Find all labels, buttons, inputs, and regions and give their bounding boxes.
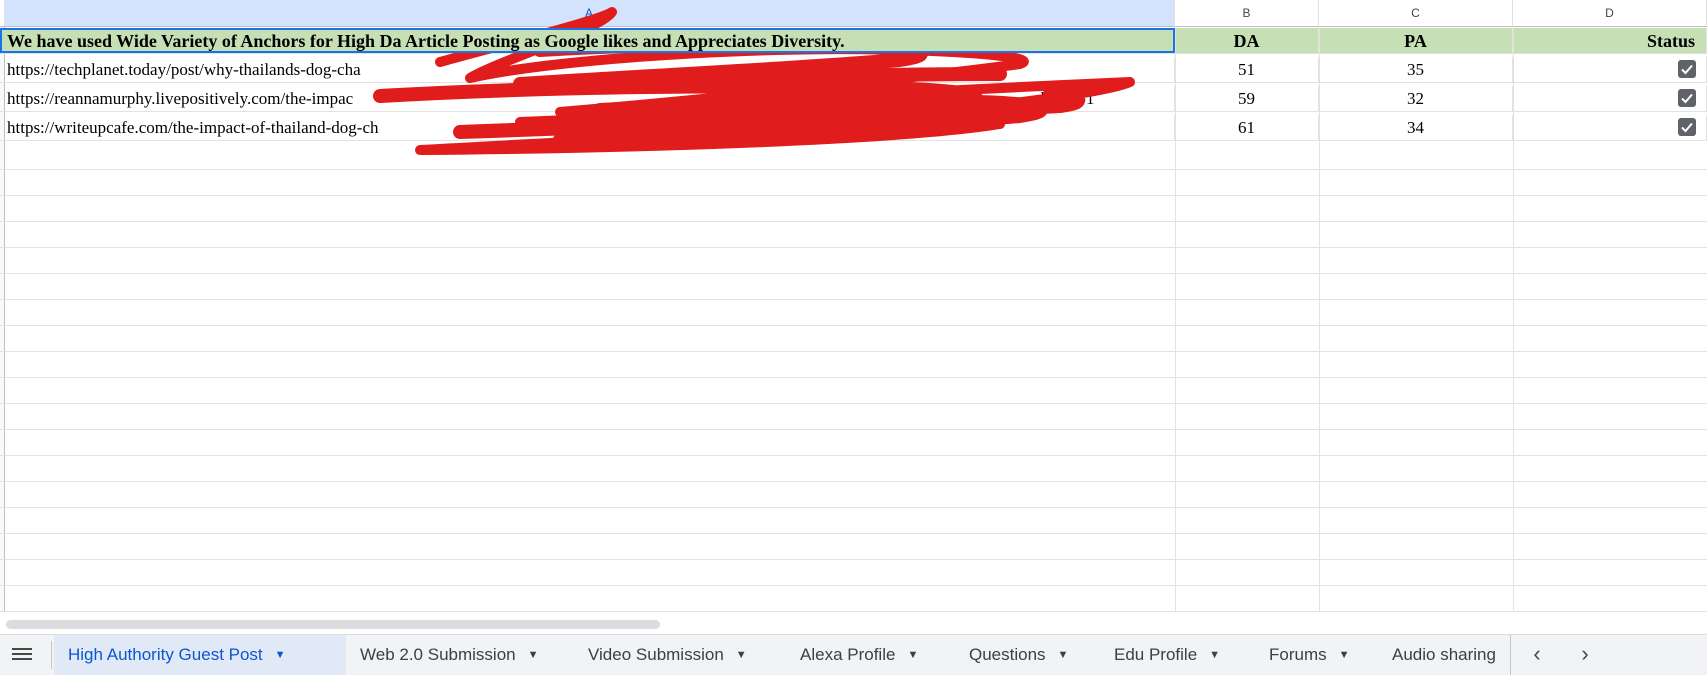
empty-row[interactable] xyxy=(0,404,1707,430)
table-row: https://techplanet.today/post/why-thaila… xyxy=(0,57,1707,83)
tab-forums[interactable]: Forums ▼ xyxy=(1255,635,1375,675)
dropdown-caret-icon[interactable]: ▼ xyxy=(1058,635,1069,675)
checkbox-checked-icon[interactable] xyxy=(1678,60,1696,78)
tab-alexa-profile[interactable]: Alexa Profile ▼ xyxy=(786,635,956,675)
cell-status[interactable] xyxy=(1513,86,1707,111)
tab-video-submission[interactable]: Video Submission ▼ xyxy=(574,635,784,675)
tab-label: Alexa Profile xyxy=(800,645,896,664)
tab-divider xyxy=(1510,635,1511,675)
dropdown-caret-icon[interactable]: ▼ xyxy=(528,635,539,675)
cell-url[interactable]: https://techplanet.today/post/why-thaila… xyxy=(0,57,1175,82)
cell-status[interactable] xyxy=(1513,115,1707,140)
empty-row[interactable] xyxy=(0,378,1707,404)
empty-row[interactable] xyxy=(0,482,1707,508)
dropdown-caret-icon[interactable]: ▼ xyxy=(1339,635,1350,675)
tab-label: Video Submission xyxy=(588,645,724,664)
cell-b1[interactable]: DA xyxy=(1175,28,1319,53)
cell-pa[interactable]: 34 xyxy=(1319,115,1513,140)
cell-pa[interactable]: 35 xyxy=(1319,57,1513,82)
empty-row[interactable] xyxy=(0,274,1707,300)
tab-label: Edu Profile xyxy=(1114,645,1198,664)
cell-d1[interactable]: Status xyxy=(1513,28,1707,53)
cell-a1[interactable]: We have used Wide Variety of Anchors for… xyxy=(0,28,1175,53)
empty-row[interactable] xyxy=(0,508,1707,534)
tab-questions[interactable]: Questions ▼ xyxy=(955,635,1091,675)
table-row: https://reannamurphy.livepositively.com/… xyxy=(0,86,1707,112)
table-row: https://writeupcafe.com/the-impact-of-th… xyxy=(0,115,1707,141)
spreadsheet-grid[interactable]: A B C D We have used Wide Variety of Anc… xyxy=(0,0,1707,612)
horizontal-scrollbar-thumb[interactable] xyxy=(6,620,660,629)
sheet-tab-bar: High Authority Guest Post ▼ Web 2.0 Submi… xyxy=(0,634,1707,675)
column-header-a[interactable]: A xyxy=(4,0,1175,26)
header-row: We have used Wide Variety of Anchors for… xyxy=(0,28,1707,54)
chevron-left-icon[interactable]: ‹ xyxy=(1526,635,1548,675)
empty-row[interactable] xyxy=(0,560,1707,586)
empty-row[interactable] xyxy=(0,222,1707,248)
column-header-b[interactable]: B xyxy=(1175,0,1319,26)
cell-da[interactable]: 59 xyxy=(1175,86,1319,111)
cell-status[interactable] xyxy=(1513,57,1707,82)
tab-label: High Authority Guest Post xyxy=(68,645,263,664)
tab-audio-sharing[interactable]: Audio sharing xyxy=(1378,635,1510,675)
cell-da[interactable]: 51 xyxy=(1175,57,1319,82)
empty-row[interactable] xyxy=(0,586,1707,612)
empty-row[interactable] xyxy=(0,430,1707,456)
tab-edu-profile[interactable]: Edu Profile ▼ xyxy=(1100,635,1250,675)
tab-divider xyxy=(51,641,52,669)
tab-label: Audio sharing xyxy=(1392,645,1496,664)
column-header-c[interactable]: C xyxy=(1319,0,1513,26)
dropdown-caret-icon[interactable]: ▼ xyxy=(275,635,286,675)
cell-c1[interactable]: PA xyxy=(1319,28,1513,53)
empty-row[interactable] xyxy=(0,456,1707,482)
dropdown-caret-icon[interactable]: ▼ xyxy=(907,635,918,675)
dropdown-caret-icon[interactable]: ▼ xyxy=(1209,635,1220,675)
empty-row[interactable] xyxy=(0,144,1707,170)
tab-high-authority-guest-post[interactable]: High Authority Guest Post ▼ xyxy=(54,635,346,675)
cell-pa[interactable]: 32 xyxy=(1319,86,1513,111)
cell-da[interactable]: 61 xyxy=(1175,115,1319,140)
checkbox-checked-icon[interactable] xyxy=(1678,118,1696,136)
empty-row[interactable] xyxy=(0,196,1707,222)
tab-web-2-0-submission[interactable]: Web 2.0 Submission ▼ xyxy=(346,635,566,675)
empty-row[interactable] xyxy=(0,534,1707,560)
all-sheets-menu-icon[interactable] xyxy=(10,645,34,665)
cell-url[interactable]: https://reannamurphy.livepositively.com/… xyxy=(0,86,1175,111)
tab-label: Web 2.0 Submission xyxy=(360,645,516,664)
column-divider xyxy=(1319,26,1320,612)
tab-label: Forums xyxy=(1269,645,1327,664)
tab-label: Questions xyxy=(969,645,1046,664)
dropdown-caret-icon[interactable]: ▼ xyxy=(736,635,747,675)
empty-row[interactable] xyxy=(0,300,1707,326)
chevron-right-icon[interactable]: › xyxy=(1574,635,1596,675)
empty-row[interactable] xyxy=(0,170,1707,196)
column-header-row: A B C D xyxy=(0,0,1707,27)
cell-url-text: https://reannamurphy.livepositively.com/… xyxy=(7,89,354,108)
cell-url[interactable]: https://writeupcafe.com/the-impact-of-th… xyxy=(0,115,1175,140)
cell-url-tail: do/?gs-1 xyxy=(1036,89,1095,108)
checkbox-checked-icon[interactable] xyxy=(1678,89,1696,107)
column-divider xyxy=(1513,26,1514,612)
empty-row[interactable] xyxy=(0,352,1707,378)
empty-row[interactable] xyxy=(0,248,1707,274)
empty-row[interactable] xyxy=(0,326,1707,352)
column-header-d[interactable]: D xyxy=(1513,0,1707,26)
column-divider xyxy=(1175,26,1176,612)
